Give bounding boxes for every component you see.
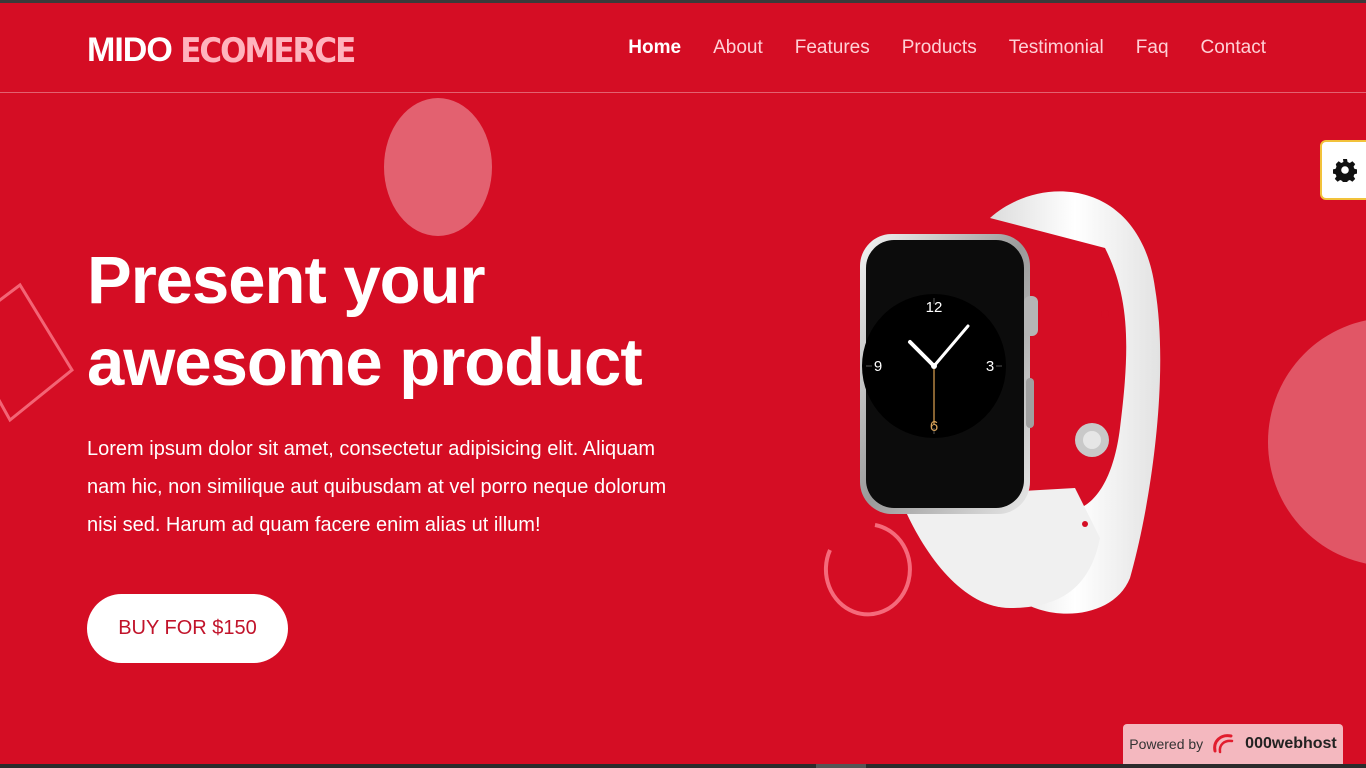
brand-logo[interactable]: MIDO ECOMERCE xyxy=(87,31,356,71)
nav-features[interactable]: Features xyxy=(795,37,870,59)
buy-button[interactable]: BUY FOR $150 xyxy=(87,594,288,663)
decorative-circle-right xyxy=(1268,320,1366,564)
hero-title-line2: awesome product xyxy=(87,325,643,400)
000webhost-logo-icon xyxy=(1213,734,1234,754)
dial-number-3: 3 xyxy=(986,358,994,375)
brand-name-part1: MIDO xyxy=(87,31,173,69)
product-watch-image: 12 3 6 9 xyxy=(860,191,1161,614)
horizontal-scrollbar[interactable] xyxy=(0,764,1366,768)
host-name: 000webhost xyxy=(1245,735,1337,752)
nav-home[interactable]: Home xyxy=(628,37,681,59)
hero-description: Lorem ipsum dolor sit amet, consectetur … xyxy=(87,438,667,536)
gear-icon xyxy=(1333,159,1357,182)
hero-title-line1: Present your xyxy=(87,243,486,318)
decorative-square-outline xyxy=(0,282,74,423)
nav-about[interactable]: About xyxy=(713,37,763,59)
nav-testimonial[interactable]: Testimonial xyxy=(1009,37,1104,59)
hero-title: Present your awesome product xyxy=(87,240,707,404)
dial-number-9: 9 xyxy=(874,358,882,375)
powered-by-badge[interactable]: Powered by 000webhost xyxy=(1123,724,1343,764)
nav-products[interactable]: Products xyxy=(902,37,977,59)
main-nav: Home About Features Products Testimonial… xyxy=(628,37,1266,59)
site-header: MIDO ECOMERCE Home About Features Produc… xyxy=(0,3,1366,93)
settings-toggle-button[interactable] xyxy=(1320,140,1366,200)
dial-number-12: 12 xyxy=(926,299,943,316)
brand-name-part2: ECOMERCE xyxy=(180,31,356,71)
nav-faq[interactable]: Faq xyxy=(1136,37,1169,59)
powered-by-label: Powered by xyxy=(1129,736,1204,752)
scrollbar-thumb[interactable] xyxy=(816,764,866,768)
decorative-circle-top xyxy=(384,98,492,236)
nav-contact[interactable]: Contact xyxy=(1201,37,1266,59)
